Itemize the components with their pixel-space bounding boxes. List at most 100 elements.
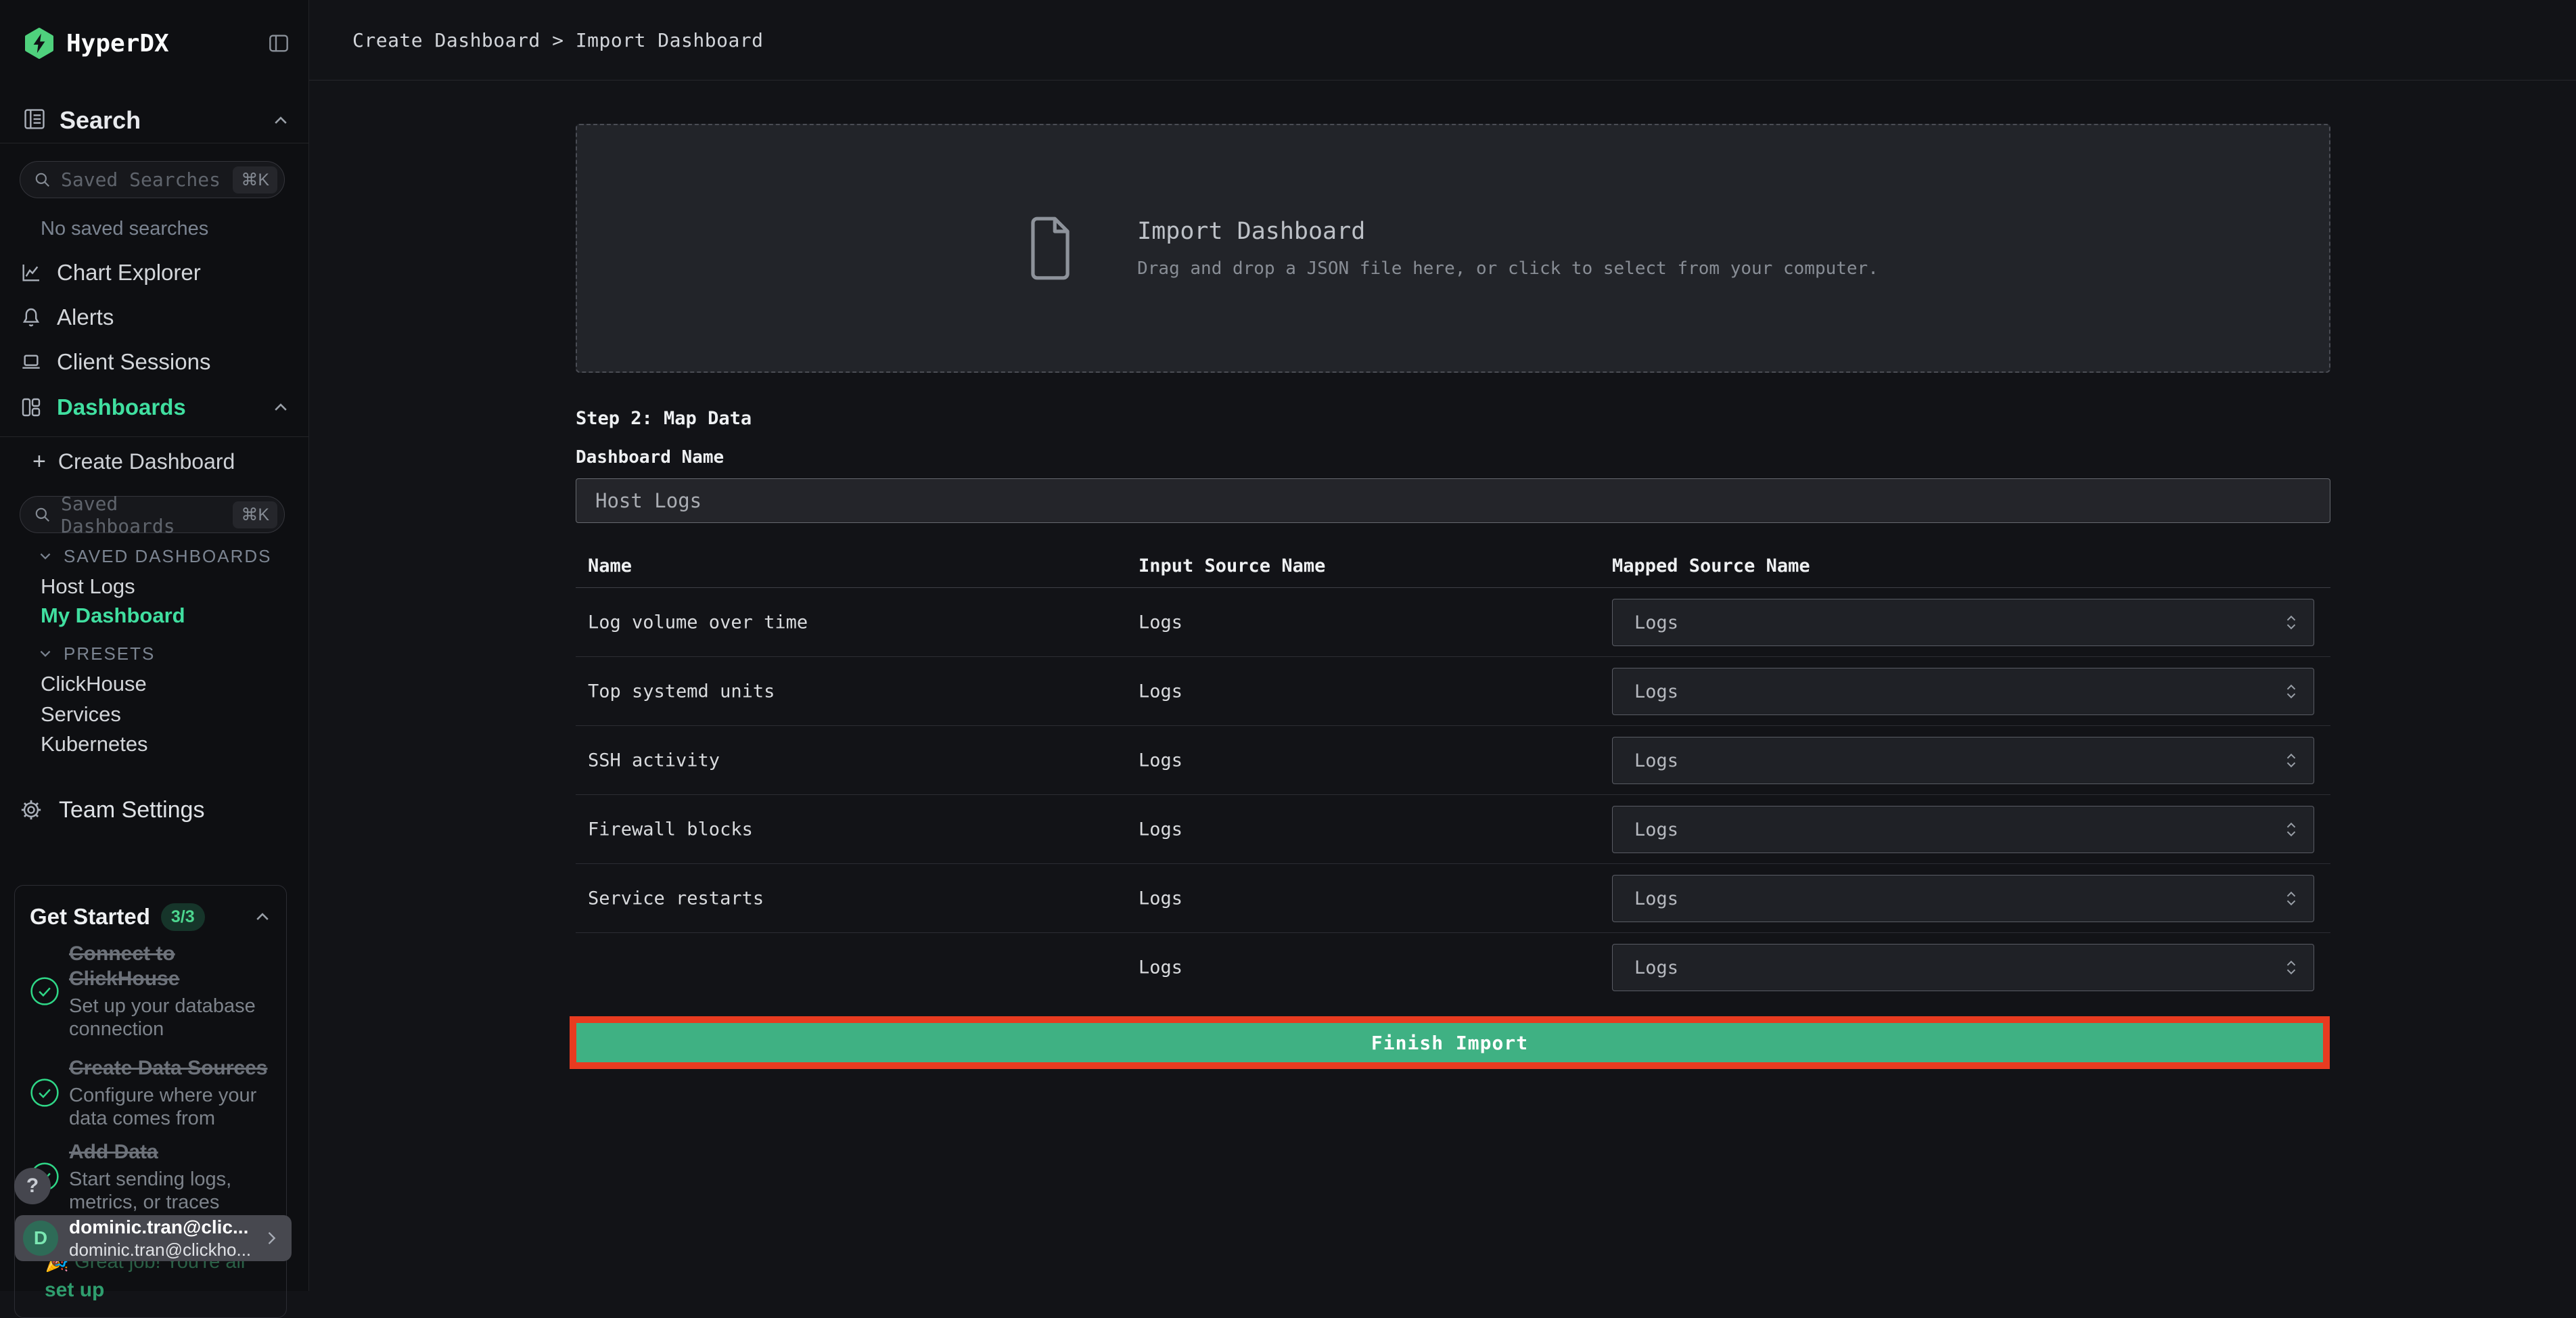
json-dropzone[interactable]: Import Dashboard Drag and drop a JSON fi…	[576, 124, 2330, 373]
column-header-name: Name	[588, 555, 632, 576]
sidebar-item-label: Client Sessions	[57, 349, 211, 374]
import-dashboard-page: Import Dashboard Drag and drop a JSON fi…	[570, 81, 2330, 1069]
brand-row: HyperDX	[23, 24, 290, 62]
hyperdx-logo-icon	[23, 27, 55, 60]
divider	[0, 436, 308, 437]
user-name: dominic.tran@clic...	[69, 1216, 249, 1237]
dashboard-link-label: My Dashboard	[41, 604, 185, 627]
sidebar-item-label: Chart Explorer	[57, 260, 201, 285]
laptop-icon	[20, 351, 42, 373]
sidebar: HyperDX Search Saved Searches ⌘K No save…	[0, 0, 309, 1318]
dropzone-title: Import Dashboard	[1137, 218, 1366, 245]
sidebar-item-services[interactable]: Services	[41, 702, 121, 727]
saved-dashboards-header[interactable]: SAVED DASHBOARDS	[38, 545, 271, 567]
bell-icon	[20, 306, 42, 328]
table-row: Top systemd units Logs Logs	[576, 657, 2330, 726]
selected-option: Logs	[1634, 957, 1679, 978]
search-section-icon	[23, 108, 46, 134]
mapped-source-select[interactable]: Logs	[1612, 737, 2314, 784]
sidebar-item-kubernetes[interactable]: Kubernetes	[41, 732, 148, 756]
preset-link-label: Services	[41, 702, 121, 726]
plus-icon: +	[32, 448, 46, 474]
sidebar-item-alerts[interactable]: Alerts	[20, 302, 290, 332]
help-button[interactable]: ?	[14, 1168, 51, 1204]
sidebar-item-client-sessions[interactable]: Client Sessions	[20, 347, 290, 377]
chevron-up-icon	[272, 112, 290, 129]
get-started-item-title: Connect to ClickHouse	[69, 942, 180, 990]
sidebar-item-search[interactable]: Search	[23, 106, 290, 135]
finish-import-button[interactable]: Finish Import	[576, 1023, 2323, 1062]
preset-link-label: ClickHouse	[41, 672, 147, 696]
presets-header-label: PRESETS	[64, 643, 156, 664]
sidebar-item-clickhouse[interactable]: ClickHouse	[41, 672, 147, 696]
table-row: Firewall blocks Logs Logs	[576, 795, 2330, 864]
get-started-title: Get Started	[30, 904, 150, 929]
sidebar-item-label: Dashboards	[57, 394, 186, 419]
presets-header[interactable]: PRESETS	[38, 643, 155, 664]
mapped-source-select[interactable]: Logs	[1612, 599, 2314, 646]
row-input-source: Logs	[1138, 612, 1183, 633]
select-chevrons-icon	[2284, 954, 2299, 981]
column-header-mapped-source: Mapped Source Name	[1612, 555, 1810, 576]
sidebar-item-my-dashboard[interactable]: My Dashboard	[41, 604, 185, 628]
selected-option: Logs	[1634, 888, 1679, 909]
sidebar-item-host-logs[interactable]: Host Logs	[41, 574, 135, 599]
sidebar-item-dashboards[interactable]: Dashboards	[20, 392, 290, 422]
shortcut-badge: ⌘K	[233, 166, 277, 194]
row-input-source: Logs	[1138, 957, 1183, 978]
selected-option: Logs	[1634, 612, 1679, 633]
avatar: D	[23, 1221, 58, 1256]
get-started-item-title: Create Data Sources	[69, 1057, 268, 1079]
breadcrumb[interactable]: Create Dashboard > Import Dashboard	[352, 0, 764, 81]
create-dashboard-label: Create Dashboard	[58, 449, 235, 474]
collapse-sidebar-icon[interactable]	[268, 32, 290, 54]
search-section-label: Search	[60, 106, 141, 134]
get-started-item-desc: Configure where your data comes from	[69, 1085, 257, 1129]
mapped-source-select[interactable]: Logs	[1612, 875, 2314, 922]
finish-import-highlight: Finish Import	[570, 1016, 2330, 1069]
table-header: Name Input Source Name Mapped Source Nam…	[576, 545, 2330, 588]
get-started-item-title: Add Data	[69, 1141, 158, 1163]
column-header-input-source: Input Source Name	[1138, 555, 1326, 576]
dashboard-link-label: Host Logs	[41, 574, 135, 598]
row-name: Log volume over time	[588, 612, 808, 633]
mapped-source-select[interactable]: Logs	[1612, 806, 2314, 853]
step-label: Step 2: Map Data	[576, 408, 752, 429]
select-chevrons-icon	[2284, 816, 2299, 843]
mapped-source-select[interactable]: Logs	[1612, 668, 2314, 715]
saved-dashboards-header-label: SAVED DASHBOARDS	[64, 545, 272, 566]
user-account-chip[interactable]: D dominic.tran@clic... dominic.tran@clic…	[15, 1215, 292, 1261]
sidebar-item-chart-explorer[interactable]: Chart Explorer	[20, 258, 290, 288]
sidebar-item-team-settings[interactable]: Team Settings	[20, 795, 204, 825]
selected-option: Logs	[1634, 750, 1679, 771]
team-settings-label: Team Settings	[59, 796, 205, 823]
chevron-down-icon	[38, 646, 53, 661]
table-row: Service restarts Logs Logs	[576, 864, 2330, 933]
dashboard-name-input[interactable]	[576, 478, 2330, 523]
row-name: Firewall blocks	[588, 819, 753, 840]
row-name: Top systemd units	[588, 681, 775, 702]
table-row: Log volume over time Logs Logs	[576, 588, 2330, 657]
row-input-source: Logs	[1138, 681, 1183, 702]
select-chevrons-icon	[2284, 678, 2299, 705]
row-input-source: Logs	[1138, 819, 1183, 840]
select-chevrons-icon	[2284, 609, 2299, 636]
search-icon	[34, 171, 51, 189]
dropzone-subtitle: Drag and drop a JSON file here, or click…	[1137, 258, 1879, 279]
get-started-header[interactable]: Get Started 3/3	[30, 903, 271, 931]
mapped-source-select[interactable]: Logs	[1612, 944, 2314, 991]
check-circle-icon	[30, 976, 61, 1006]
chevron-right-icon	[262, 1229, 281, 1248]
create-dashboard-button[interactable]: + Create Dashboard	[32, 447, 235, 476]
file-icon	[1028, 216, 1072, 281]
saved-searches-input[interactable]: Saved Searches ⌘K	[20, 161, 285, 198]
get-started-item-add-data[interactable]: Add Data Start sending logs, metrics, or…	[30, 1139, 271, 1214]
dashboard-name-label: Dashboard Name	[576, 447, 724, 468]
gear-icon	[20, 798, 43, 821]
search-icon	[34, 506, 51, 524]
select-chevrons-icon	[2284, 747, 2299, 774]
get-started-item-sources[interactable]: Create Data Sources Configure where your…	[30, 1055, 271, 1130]
saved-dashboards-input[interactable]: Saved Dashboards ⌘K	[20, 493, 285, 537]
get-started-item-connect[interactable]: Connect to ClickHouse Set up your databa…	[30, 941, 271, 1041]
shortcut-badge: ⌘K	[233, 501, 277, 528]
